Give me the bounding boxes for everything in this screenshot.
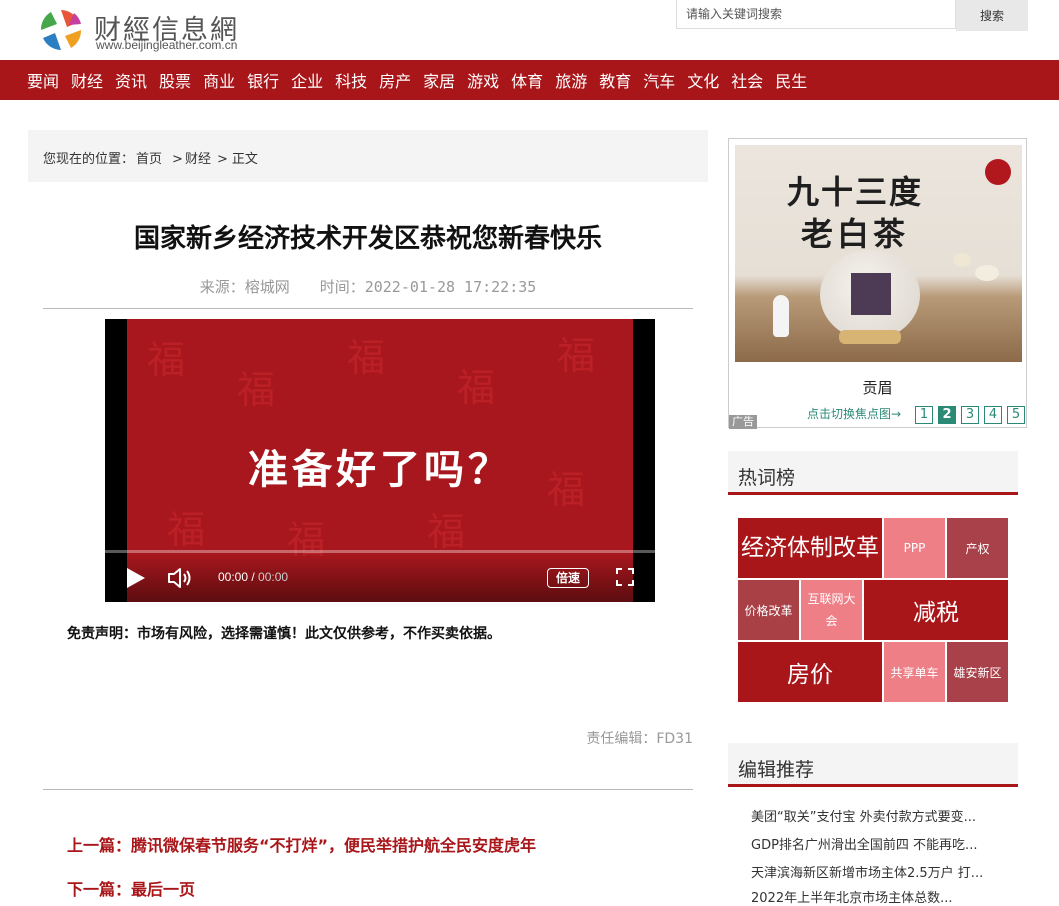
playback-speed-button[interactable]: 倍速 bbox=[547, 568, 589, 588]
volume-icon[interactable] bbox=[167, 566, 193, 590]
ad-page-4[interactable]: 4 bbox=[984, 406, 1002, 424]
hot-word-tile[interactable]: PPP bbox=[884, 518, 945, 578]
nav-item-jiaoyu[interactable]: 教育 bbox=[599, 68, 631, 92]
nav-item-jiaju[interactable]: 家居 bbox=[423, 68, 455, 92]
nav-item-lvyou[interactable]: 旅游 bbox=[555, 68, 587, 92]
ad-carousel[interactable]: 九十三度 老白茶 贡眉 广告 点击切换焦点图→ 1 2 3 4 5 bbox=[728, 138, 1030, 429]
nav-item-shehui[interactable]: 社会 bbox=[731, 68, 763, 92]
nav-item-youxi[interactable]: 游戏 bbox=[467, 68, 499, 92]
nav-item-tiyu[interactable]: 体育 bbox=[511, 68, 543, 92]
fu-pattern-icon: 福 bbox=[427, 510, 466, 554]
ad-page-3[interactable]: 3 bbox=[961, 406, 979, 424]
breadcrumb-category-link[interactable]: 财经 bbox=[185, 152, 211, 167]
flower-icon bbox=[953, 253, 971, 267]
hot-words-header: 热词榜 bbox=[728, 451, 1018, 495]
hot-word-tile[interactable]: 价格改革 bbox=[738, 580, 799, 640]
divider bbox=[43, 789, 693, 790]
nav-item-qiye[interactable]: 企业 bbox=[291, 68, 323, 92]
breadcrumb-separator: > bbox=[172, 152, 183, 167]
hot-word-tile[interactable]: 共享单车 bbox=[884, 642, 945, 702]
hot-word-tile[interactable]: 互联网大会 bbox=[801, 580, 862, 640]
site-logo[interactable]: 财經信息網 www.beijingleather.com.cn bbox=[36, 6, 256, 56]
fu-pattern-icon: 福 bbox=[167, 508, 206, 552]
tea-label-icon bbox=[851, 273, 891, 315]
recommend-title: 编辑推荐 bbox=[738, 759, 815, 781]
hot-word-tile[interactable]: 雄安新区 bbox=[947, 642, 1008, 702]
video-current-time: 00:00 bbox=[218, 570, 249, 584]
fu-pattern-icon: 福 bbox=[147, 338, 186, 382]
recommend-item[interactable]: 天津滨海新区新增市场主体2.5万户 打... bbox=[751, 862, 983, 881]
ad-page-1[interactable]: 1 bbox=[915, 406, 933, 424]
fu-pattern-icon: 福 bbox=[347, 336, 386, 380]
breadcrumb-text: 您现在的位置： 首页 > 财经 > 正文 bbox=[43, 148, 260, 167]
disclaimer: 免责声明：市场有风险，选择需谨慎！此文仅供参考，不作买卖依据。 bbox=[67, 626, 501, 642]
hot-word-tile[interactable]: 产权 bbox=[947, 518, 1008, 578]
fu-pattern-icon: 福 bbox=[457, 366, 496, 410]
next-article-link[interactable]: 下一篇：最后一页 bbox=[67, 876, 195, 900]
ad-page-5[interactable]: 5 bbox=[1007, 406, 1025, 424]
video-controls: 00:00 / 00:00 倍速 bbox=[105, 553, 655, 602]
nav-item-shangye[interactable]: 商业 bbox=[203, 68, 235, 92]
search-box: 搜索 bbox=[676, 0, 1028, 31]
video-time: 00:00 / 00:00 bbox=[218, 570, 289, 584]
hot-words-title: 热词榜 bbox=[738, 467, 796, 489]
breadcrumb-separator: > bbox=[216, 152, 228, 167]
divider bbox=[43, 308, 693, 309]
nav-item-keji[interactable]: 科技 bbox=[335, 68, 367, 92]
nav-item-zixun[interactable]: 资讯 bbox=[115, 68, 147, 92]
hot-words-grid: 经济体制改革 PPP 产权 价格改革 互联网大会 减税 房价 共享单车 雄安新区 bbox=[738, 518, 1008, 702]
video-caption: 准备好了吗？ bbox=[248, 447, 512, 493]
article-editor: 责任编辑：FD31 bbox=[586, 731, 693, 747]
flower-icon bbox=[975, 265, 999, 281]
ad-headline-2: 老白茶 bbox=[800, 215, 909, 253]
breadcrumb-home-link[interactable]: 首页 bbox=[136, 152, 162, 167]
ad-image[interactable]: 九十三度 老白茶 bbox=[735, 145, 1022, 362]
hot-word-tile[interactable]: 经济体制改革 bbox=[738, 518, 882, 578]
nav-item-fangchan[interactable]: 房产 bbox=[379, 68, 411, 92]
hot-word-tile[interactable]: 减税 bbox=[864, 580, 1008, 640]
vase-icon bbox=[773, 295, 789, 337]
search-button[interactable]: 搜索 bbox=[956, 0, 1028, 31]
nav-item-caijing[interactable]: 财经 bbox=[71, 68, 103, 92]
nav-item-minsheng[interactable]: 民生 bbox=[775, 68, 807, 92]
article-title: 国家新乡经济技术开发区恭祝您新春快乐 bbox=[133, 224, 602, 254]
site-header: 财經信息網 www.beijingleather.com.cn 搜索 bbox=[0, 0, 1059, 60]
fullscreen-icon[interactable] bbox=[615, 567, 635, 587]
recommend-item[interactable]: GDP排名广州滑出全国前四 不能再吃... bbox=[751, 834, 977, 853]
ad-pagination: 1 2 3 4 5 bbox=[915, 406, 1030, 424]
video-total-time: 00:00 bbox=[258, 570, 289, 584]
nav-list: 要闻 财经 资讯 股票 商业 银行 企业 科技 房产 家居 游戏 体育 旅游 教… bbox=[27, 60, 819, 100]
nav-item-yinhang[interactable]: 银行 bbox=[247, 68, 279, 92]
hot-word-tile[interactable]: 房价 bbox=[738, 642, 882, 702]
fu-pattern-icon: 福 bbox=[237, 368, 276, 412]
recommend-header: 编辑推荐 bbox=[728, 743, 1018, 787]
article-source: 来源：榕城网 bbox=[199, 278, 290, 296]
nav-item-wenhua[interactable]: 文化 bbox=[687, 68, 719, 92]
play-icon[interactable] bbox=[127, 568, 145, 588]
recommend-item[interactable]: 2022年上半年北京市场主体总数... bbox=[751, 887, 952, 906]
ad-caption[interactable]: 贡眉 bbox=[729, 377, 1026, 398]
breadcrumb: 您现在的位置： 首页 > 财经 > 正文 bbox=[28, 130, 708, 182]
video-player[interactable]: 福 福 福 福 福 福 福 福 福 准备好了吗？ 00:00 / 00:00 倍… bbox=[105, 319, 655, 602]
nav-item-gupiao[interactable]: 股票 bbox=[159, 68, 191, 92]
ad-seal-icon bbox=[985, 159, 1011, 185]
logo-pinwheel-icon bbox=[40, 10, 82, 50]
article-time: 时间：2022-01-28 17:22:35 bbox=[319, 278, 537, 296]
nav-item-yaowen[interactable]: 要闻 bbox=[27, 68, 59, 92]
ad-tag: 广告 bbox=[729, 415, 757, 429]
search-input[interactable] bbox=[676, 0, 956, 29]
breadcrumb-prefix: 您现在的位置： bbox=[43, 152, 135, 167]
recommend-item[interactable]: 美团“取关”支付宝 外卖付款方式要变... bbox=[751, 806, 976, 825]
breadcrumb-current: 正文 bbox=[231, 152, 258, 167]
ad-page-2[interactable]: 2 bbox=[938, 406, 956, 424]
article-meta: 来源：榕城网 时间：2022-01-28 17:22:35 bbox=[28, 276, 708, 297]
logo-url: www.beijingleather.com.cn bbox=[96, 38, 238, 52]
ad-switch-label: 点击切换焦点图→ bbox=[807, 407, 902, 421]
nav-item-qiche[interactable]: 汽车 bbox=[643, 68, 675, 92]
fu-pattern-icon: 福 bbox=[557, 334, 596, 378]
tea-stand-icon bbox=[839, 330, 901, 344]
main-nav: 要闻 财经 资讯 股票 商业 银行 企业 科技 房产 家居 游戏 体育 旅游 教… bbox=[0, 60, 1059, 100]
ad-headline: 九十三度 bbox=[786, 173, 923, 211]
prev-article-link[interactable]: 上一篇：腾讯微保春节服务“不打烊”，便民举措护航全民安度虎年 bbox=[67, 832, 536, 856]
